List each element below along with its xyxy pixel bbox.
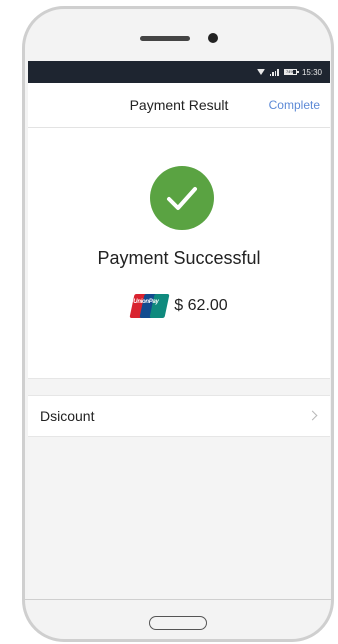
phone-top-bezel <box>25 9 331 61</box>
status-time: 15:30 <box>301 67 322 77</box>
home-button[interactable] <box>149 616 207 630</box>
unionpay-icon: UnionPay <box>129 294 170 318</box>
status-bar: 74% 15:30 <box>28 61 330 83</box>
payment-result-panel: Payment Successful UnionPay $ 62.00 <box>28 128 330 379</box>
result-message: Payment Successful <box>97 248 261 268</box>
phone-bottom-bezel <box>25 599 331 639</box>
list-item-discount[interactable]: Dsicount <box>28 395 330 437</box>
unionpay-label: UnionPay <box>133 299 159 305</box>
section-gap <box>28 379 330 395</box>
speaker-grill <box>140 36 190 41</box>
signal-icon <box>269 68 279 76</box>
nav-bar: Payment Result Complete <box>28 83 330 128</box>
phone-frame: 74% 15:30 Payment Result Complete Paymen… <box>22 6 334 642</box>
complete-button[interactable]: Complete <box>269 83 320 127</box>
chevron-right-icon <box>307 410 318 421</box>
checkmark-icon <box>150 166 214 230</box>
wifi-icon <box>256 69 265 75</box>
front-camera <box>208 33 218 43</box>
payment-amount: $ 62.00 <box>174 297 228 314</box>
battery-icon: 74% <box>283 69 299 75</box>
battery-percent: 74% <box>285 69 294 74</box>
amount-row: UnionPay $ 62.00 <box>28 294 330 318</box>
screen: 74% 15:30 Payment Result Complete Paymen… <box>28 61 330 599</box>
list-item-label: Dsicount <box>40 408 95 424</box>
